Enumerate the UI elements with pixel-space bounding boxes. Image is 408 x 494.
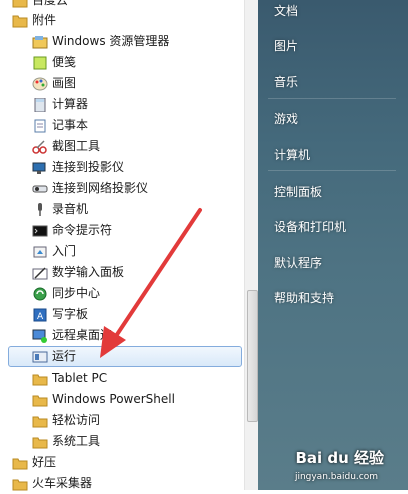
list-item-label: 计算器 [52,97,89,111]
programs-list-pane: 百度云 附件 Windows 资源管理器 便笺 画图 计算器 记事本 截图工具 … [0,0,258,490]
run-icon [32,349,48,364]
folder-label: 附件 [32,13,57,27]
list-item-label: 运行 [52,349,77,363]
list-item-remote-desktop[interactable]: 远程桌面连 [0,325,244,346]
folder-icon [32,371,48,386]
folder-icon [32,434,48,449]
list-item-getting-started[interactable]: 入门 [0,241,244,262]
list-item-sound-recorder[interactable]: 录音机 [0,199,244,220]
list-item-label: 画图 [52,76,77,90]
list-item-snipping-tool[interactable]: 截图工具 [0,136,244,157]
network-projector-icon [32,181,48,196]
list-item-explorer[interactable]: Windows 资源管理器 [0,31,244,52]
list-item-label: Windows 资源管理器 [52,34,170,48]
calculator-icon [32,97,48,112]
start-menu-right-panel: 文档 图片 音乐 游戏 计算机 控制面板 设备和打印机 默认程序 帮助和支持 B… [258,0,408,490]
list-item-wordpad[interactable]: A 写字板 [0,304,244,325]
folder-label: 好压 [32,455,57,469]
separator [268,170,396,171]
list-item-notepad[interactable]: 记事本 [0,115,244,136]
list-item-label: 录音机 [52,202,89,216]
folder-icon [32,413,48,428]
list-item-label: 同步中心 [52,286,101,300]
list-item-label: 命令提示符 [52,223,113,237]
folder-icon [12,476,28,491]
watermark-url: jingyan.baidu.com [294,472,378,482]
folder-label: 系统工具 [52,434,101,448]
folder-icon [12,0,28,8]
list-item-label: 写字板 [52,307,89,321]
list-item-math-input[interactable]: 数学输入面板 [0,262,244,283]
right-item-devices-printers[interactable]: 设备和打印机 [274,218,346,236]
wordpad-icon: A [32,307,48,322]
projector-icon [32,160,48,175]
sync-icon [32,286,48,301]
right-item-pictures[interactable]: 图片 [274,37,298,55]
right-item-help-support[interactable]: 帮助和支持 [274,289,334,307]
folder-icon [32,392,48,407]
list-item-sync-center[interactable]: 同步中心 [0,283,244,304]
right-item-documents[interactable]: 文档 [274,2,298,20]
scrollbar-thumb[interactable] [247,290,258,422]
folder-label: 火车采集器 [32,476,93,490]
list-item-label: 数学输入面板 [52,265,125,279]
list-item-sticky-notes[interactable]: 便笺 [0,52,244,73]
separator [268,98,396,99]
microphone-icon [32,202,48,217]
list-item-calculator[interactable]: 计算器 [0,94,244,115]
list-item-label: 连接到网络投影仪 [52,181,149,195]
list-item-label: 远程桌面连 [52,328,113,342]
folder-icon [12,455,28,470]
list-item-label: 入门 [52,244,77,258]
list-item-label: 截图工具 [52,139,101,153]
folder-label: 轻松访问 [52,413,101,427]
notepad-icon [32,118,48,133]
watermark-logo: Bai du 经验 [295,449,384,467]
math-input-icon [32,265,48,280]
getting-started-icon [32,244,48,259]
right-item-computer[interactable]: 计算机 [274,146,310,164]
list-item-label: 便笺 [52,55,77,69]
folder-haozip[interactable]: 好压 [0,452,244,473]
scissors-icon [32,139,48,154]
folder-label: Windows PowerShell [52,392,175,406]
folder-label: Tablet PC [52,371,108,385]
folder-ease-of-access[interactable]: 轻松访问 [0,410,244,431]
remote-desktop-icon [32,328,48,343]
folder-accessories[interactable]: 附件 [0,10,244,31]
folder-open-icon [12,13,28,28]
folder-tablet-pc[interactable]: Tablet PC [0,368,244,389]
paint-palette-icon [32,76,48,91]
command-prompt-icon [32,223,48,238]
right-item-default-programs[interactable]: 默认程序 [274,254,322,272]
list-item-paint[interactable]: 画图 [0,73,244,94]
list-item-connect-projector[interactable]: 连接到投影仪 [0,157,244,178]
right-item-games[interactable]: 游戏 [274,110,298,128]
list-item-run[interactable]: 运行 [8,346,242,367]
folder-system-tools[interactable]: 系统工具 [0,431,244,452]
right-item-music[interactable]: 音乐 [274,73,298,91]
svg-text:A: A [37,312,44,322]
list-item-command-prompt[interactable]: 命令提示符 [0,220,244,241]
list-item-label: 连接到投影仪 [52,160,125,174]
sticky-note-icon [32,55,48,70]
explorer-icon [32,34,48,49]
list-item-network-projector[interactable]: 连接到网络投影仪 [0,178,244,199]
vertical-scrollbar[interactable] [244,0,258,490]
folder-windows-powershell[interactable]: Windows PowerShell [0,389,244,410]
folder-locoy[interactable]: 火车采集器 [0,473,244,494]
programs-list: 百度云 附件 Windows 资源管理器 便笺 画图 计算器 记事本 截图工具 … [0,0,244,490]
right-item-control-panel[interactable]: 控制面板 [274,183,322,201]
list-item-label: 记事本 [52,118,89,132]
